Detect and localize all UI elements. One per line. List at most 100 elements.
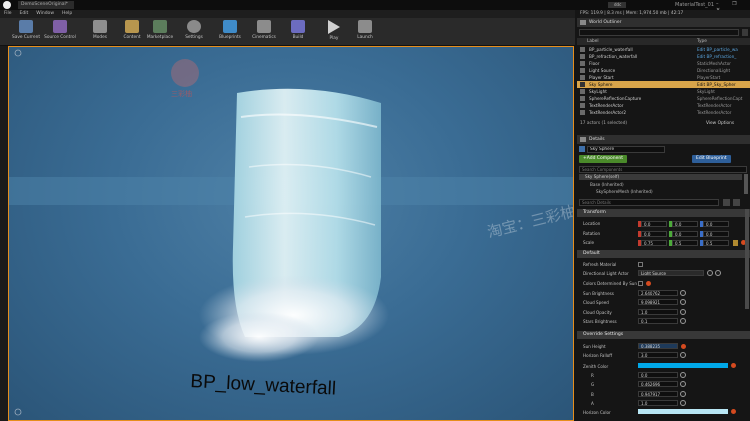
column-label[interactable]: Label xyxy=(587,38,599,45)
zenith-a-field[interactable]: 1.0 xyxy=(638,400,678,406)
default-category[interactable]: Default xyxy=(577,250,750,258)
horizon-falloff-field[interactable]: 3.0 xyxy=(638,352,678,358)
visibility-eye-icon[interactable] xyxy=(580,96,585,101)
reset-horizon-icon[interactable] xyxy=(731,409,736,414)
scale-x-field[interactable]: 0.75 xyxy=(641,240,667,246)
visibility-eye-icon[interactable] xyxy=(580,68,585,73)
stars-brightness-label: Stars Brightness xyxy=(583,319,617,324)
watermark-logo-text: 三彩柚 xyxy=(171,90,192,98)
settings-button[interactable]: Settings xyxy=(178,20,210,44)
outliner-row[interactable]: Light Source DirectionalLight xyxy=(577,67,750,74)
blueprints-button[interactable]: Blueprints xyxy=(214,20,246,44)
menu-help[interactable]: Help xyxy=(58,10,76,18)
sun-brightness-spin-icon[interactable] xyxy=(680,290,686,296)
horizon-color-swatch[interactable] xyxy=(638,409,728,414)
zenith-b-field[interactable]: 0.947917 xyxy=(638,391,678,397)
outliner-search-input[interactable] xyxy=(579,29,739,36)
outliner-row[interactable]: TextRenderActor2 TextRenderActor xyxy=(577,109,750,116)
actor-name-field[interactable]: Sky Sphere xyxy=(587,146,665,153)
search-components-input[interactable]: Search Components xyxy=(579,166,747,173)
menu-file[interactable]: File xyxy=(0,10,16,18)
menu-edit[interactable]: Edit xyxy=(16,10,33,18)
zenith-b-spin-icon[interactable] xyxy=(680,391,686,397)
edit-blueprint-button[interactable]: Edit Blueprint xyxy=(692,155,731,163)
eye-icon[interactable] xyxy=(733,199,740,206)
scale-z-field[interactable]: 0.5 xyxy=(703,240,729,246)
directional-light-select[interactable]: Light Source xyxy=(638,270,704,276)
visibility-eye-icon[interactable] xyxy=(580,89,585,94)
cloud-opacity-field[interactable]: 1.0 xyxy=(638,309,678,315)
column-type[interactable]: Type xyxy=(697,38,707,45)
colors-by-sun-checkbox[interactable] xyxy=(638,281,643,286)
override-category[interactable]: Override Settings xyxy=(577,331,750,339)
horizon-falloff-spin-icon[interactable] xyxy=(680,352,686,358)
outliner-row[interactable]: BP_refraction_waterfall Edit BP_refractio… xyxy=(577,53,750,60)
transform-category[interactable]: Transform xyxy=(577,209,750,217)
play-button[interactable]: Play xyxy=(318,20,350,44)
zenith-color-swatch[interactable] xyxy=(638,363,728,368)
cloud-opacity-spin-icon[interactable] xyxy=(680,309,686,315)
zenith-a-spin-icon[interactable] xyxy=(680,400,686,406)
outliner-row[interactable]: SkyLight SkyLight xyxy=(577,88,750,95)
visibility-eye-icon[interactable] xyxy=(580,103,585,108)
source-control-button[interactable]: Source Control xyxy=(44,20,76,44)
visibility-eye-icon[interactable] xyxy=(580,61,585,66)
zenith-r-spin-icon[interactable] xyxy=(680,372,686,378)
marketplace-button[interactable]: Marketplace xyxy=(144,20,176,44)
visibility-eye-icon[interactable] xyxy=(580,75,585,80)
visibility-eye-icon[interactable] xyxy=(580,54,585,59)
zenith-r-field[interactable]: 0.0 xyxy=(638,372,678,378)
level-tab[interactable]: DemoSceneOriginal* xyxy=(18,1,74,9)
reset-zenith-icon[interactable] xyxy=(731,363,736,368)
browse-icon[interactable] xyxy=(715,270,721,276)
lock-icon[interactable] xyxy=(733,240,738,246)
outliner-row-selected[interactable]: Sky Sphere Edit BP_Sky_Spher xyxy=(577,81,750,88)
zenith-g-spin-icon[interactable] xyxy=(680,381,686,387)
add-component-button[interactable]: +Add Component xyxy=(579,155,628,163)
cloud-speed-field[interactable]: 9.098921 xyxy=(638,299,678,305)
view-options-button[interactable]: View Options xyxy=(706,121,734,126)
sun-height-field[interactable]: 0.388235 xyxy=(638,343,678,349)
component-tree-base[interactable]: Base (Inherited) xyxy=(590,182,624,187)
property-matrix-icon[interactable] xyxy=(723,199,730,206)
refresh-material-checkbox[interactable] xyxy=(638,262,643,267)
outliner-row[interactable]: Floor StaticMeshActor xyxy=(577,60,750,67)
reset-sun-height-icon[interactable] xyxy=(681,344,686,349)
details-scrollbar[interactable] xyxy=(745,209,749,309)
use-selected-icon[interactable] xyxy=(707,270,713,276)
source-control-indicator[interactable]: ddc xyxy=(608,2,626,8)
viewport-options-icon[interactable] xyxy=(14,49,22,57)
search-details-input[interactable]: Search Details xyxy=(579,199,719,206)
scale-y-field[interactable]: 0.5 xyxy=(672,240,698,246)
rotation-y-field[interactable]: 0.0 xyxy=(672,231,698,237)
stars-brightness-spin-icon[interactable] xyxy=(680,318,686,324)
outliner-row[interactable]: BP_particle_waterfall Edit BP_particle_wa xyxy=(577,46,750,53)
build-button[interactable]: Build xyxy=(282,20,314,44)
modes-button[interactable]: Modes xyxy=(84,20,116,44)
outliner-add-icon[interactable] xyxy=(742,29,748,36)
outliner-row[interactable]: Player Start PlayerStart xyxy=(577,74,750,81)
cinematics-button[interactable]: Cinematics xyxy=(248,20,280,44)
visibility-eye-icon[interactable] xyxy=(580,110,585,115)
component-tree-mesh[interactable]: SkySphereMesh (Inherited) xyxy=(596,189,653,194)
component-scrollbar[interactable] xyxy=(744,174,748,194)
rotation-z-field[interactable]: 0.0 xyxy=(703,231,729,237)
reset-colors-icon[interactable] xyxy=(646,281,651,286)
zenith-g-field[interactable]: 0.462696 xyxy=(638,381,678,387)
rotation-x-field[interactable]: 0.0 xyxy=(641,231,667,237)
launch-button[interactable]: Launch xyxy=(349,20,381,44)
visibility-eye-icon[interactable] xyxy=(580,47,585,52)
location-y-field[interactable]: 0.0 xyxy=(672,221,698,227)
location-x-field[interactable]: 0.0 xyxy=(641,221,667,227)
cloud-speed-spin-icon[interactable] xyxy=(680,299,686,305)
menu-window[interactable]: Window xyxy=(32,10,58,18)
stars-brightness-field[interactable]: 0.1 xyxy=(638,318,678,324)
outliner-row[interactable]: TextRenderActor TextRenderActor xyxy=(577,102,750,109)
level-viewport[interactable]: 三彩柚 淘宝：三彩柚素材 BP_low_waterfall xyxy=(8,46,574,421)
location-z-field[interactable]: 0.0 xyxy=(703,221,729,227)
visibility-eye-icon[interactable] xyxy=(580,82,585,87)
component-tree-root[interactable]: Sky Sphere(self) xyxy=(579,174,742,180)
sun-brightness-field[interactable]: 2.640762 xyxy=(638,290,678,296)
save-current-button[interactable]: Save Current xyxy=(10,20,42,44)
outliner-row[interactable]: SphereReflectionCapture SphereReflectionC… xyxy=(577,95,750,102)
